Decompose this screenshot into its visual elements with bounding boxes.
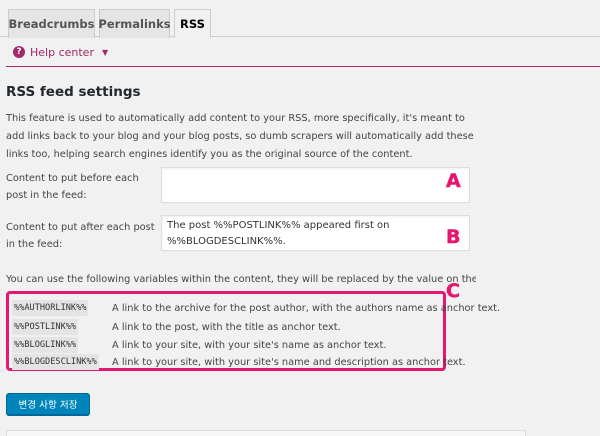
before-content-label: Content to put before each post in the f… [6, 173, 139, 201]
variable-description: A link to your site, with your site's na… [112, 339, 387, 351]
save-changes-button[interactable]: 변경 사항 저장 [6, 393, 90, 415]
settings-tabs: Breadcrumbs Permalinks RSS [0, 0, 600, 38]
variable-row: %%POSTLINK%% A link to the post, with th… [12, 318, 341, 336]
variables-intro: You can use the following variables with… [6, 274, 476, 285]
callout-b: B [446, 226, 461, 249]
tab-breadcrumbs[interactable]: Breadcrumbs [8, 9, 95, 38]
section-title: RSS feed settings [6, 84, 141, 100]
variable-code: %%POSTLINK%% [12, 319, 79, 335]
variable-description: A link to the archive for the post autho… [112, 302, 501, 314]
help-center-label: Help center [30, 45, 94, 59]
question-icon: ? [13, 46, 25, 58]
variable-row: %%AUTHORLINK%% A link to the archive for… [12, 299, 500, 317]
variable-row: %%BLOGLINK%% A link to your site, with y… [12, 336, 386, 354]
after-content-value: The post %%POSTLINK%% appeared first on … [167, 220, 390, 247]
callout-c: C [446, 280, 460, 303]
help-divider [6, 66, 600, 67]
callout-a: A [446, 170, 461, 193]
after-content-textarea[interactable]: The post %%POSTLINK%% appeared first on … [161, 215, 470, 251]
variable-code: %%BLOGLINK%% [12, 337, 79, 353]
help-center-toggle[interactable]: ? Help center ▼ [13, 44, 108, 60]
variables-table: %%AUTHORLINK%% A link to the archive for… [6, 291, 500, 371]
next-section-box [6, 430, 526, 436]
before-content-textarea[interactable] [161, 167, 470, 203]
after-content-label: Content to put after each post in the fe… [6, 222, 155, 250]
variable-description: A link to your site, with your site's na… [112, 356, 466, 368]
variable-code: %%AUTHORLINK%% [12, 300, 89, 316]
tab-rss[interactable]: RSS [174, 9, 211, 38]
section-intro: This feature is used to automatically ad… [6, 113, 474, 160]
caret-down-icon: ▼ [101, 47, 109, 57]
variable-row: %%BLOGDESCLINK%% A link to your site, wi… [12, 353, 466, 371]
tab-permalinks[interactable]: Permalinks [98, 9, 171, 38]
variable-code: %%BLOGDESCLINK%% [12, 354, 99, 370]
variable-description: A link to the post, with the title as an… [112, 321, 341, 333]
